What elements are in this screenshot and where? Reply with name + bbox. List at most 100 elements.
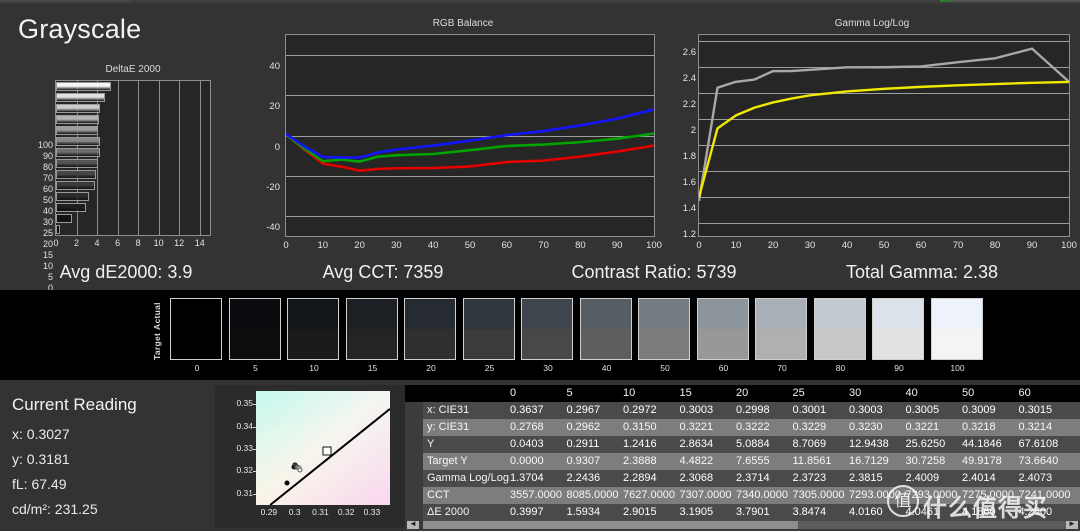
table-cell: 4.0461 [905, 506, 940, 518]
table-cell: 12.9438 [849, 438, 889, 450]
patch-level-label: 80 [835, 363, 846, 373]
table-cell: 2.2894 [623, 472, 657, 484]
patch-actual-swatch [346, 299, 397, 329]
delta-e-bar [56, 148, 100, 157]
table-cell: 0.0000 [510, 455, 544, 467]
table-cell: 7305.0000 [792, 489, 845, 501]
gamma-loglog-chart-title: Gamma Log/Log [834, 18, 910, 29]
patch-target-swatch [229, 329, 280, 359]
table-cell: 4.2500 [1018, 506, 1053, 518]
table-row[interactable]: x: CIE31 0.3637 0.2967 0.2972 0.3003 0.2998 0.… [405, 402, 1080, 419]
patch-actual-swatch [522, 299, 572, 329]
rgb-x-tick: 30 [391, 240, 402, 251]
bottom-panel: Current Reading x: 0.3027 y: 0.3181 fL: … [0, 380, 1080, 531]
table-row[interactable]: CCT 3557.0000 8085.0000 7627.0000 7307.0000 7… [405, 487, 1080, 504]
table-header-row: 0 5 10 15 20 25 30 40 50 60 [405, 385, 1080, 402]
delta-e-x-tick: 4 [94, 238, 100, 248]
patch-level-label: 25 [484, 363, 495, 373]
table-column-header: 30 [849, 387, 862, 399]
table-cell: 5.0884 [736, 438, 770, 450]
table-row-label: CCT [427, 489, 450, 501]
rgb-x-tick: 80 [575, 240, 586, 251]
delta-e-bar-row [56, 115, 210, 124]
page-title: Grayscale [18, 14, 142, 44]
cie-y-tick: 0.34 [236, 420, 253, 431]
table-cell: 2.4073 [1018, 472, 1053, 484]
gamma-y-tick: 2.4 [682, 73, 696, 85]
table-cell: 0.2768 [510, 421, 544, 433]
series-lines [286, 108, 654, 172]
table-cell: 3.8474 [792, 506, 827, 518]
table-cell: 8.7069 [792, 438, 827, 450]
delta-e-bar [56, 104, 100, 113]
patch-actual-swatch [873, 299, 923, 329]
delta-e-bar-row [56, 82, 210, 91]
measurements-table[interactable]: 0 5 10 15 20 25 30 40 50 60 ◄ ► x: CIE31 0.3637 0.2… [405, 385, 1080, 531]
delta-e-bar [56, 126, 99, 135]
reading-cdm2: cd/m²: 231.25 [12, 501, 98, 517]
patch-actual-swatch [814, 299, 865, 329]
delta-e-bar [56, 82, 111, 91]
cie-plot-area [256, 391, 390, 505]
cie-x-tick: 0.3 [288, 507, 301, 517]
table-cell: 0.2911 [566, 438, 600, 450]
series-target [699, 80, 1069, 198]
table-cell: 0.3997 [510, 506, 544, 518]
gamma-x-tick: 10 [730, 240, 742, 251]
patch-actual-swatch [229, 299, 280, 329]
delta-e-bar-row [56, 170, 210, 179]
delta-e-bar-row [56, 93, 210, 102]
table-row[interactable]: Gamma Log/Log 1.3704 2.2436 2.2894 2.3068 2.3… [405, 470, 1080, 487]
table-cell: 0.3230 [849, 421, 883, 433]
table-cell: 0.3229 [792, 421, 827, 433]
delta-e-plot-area [55, 80, 211, 236]
table-cell: 7627.0000 [623, 489, 675, 501]
patch-target-swatch [639, 329, 689, 359]
delta-e-bar-row [56, 126, 210, 135]
table-cell: 2.4014 [962, 472, 996, 484]
rgb-y-tick: 20 [269, 101, 280, 113]
delta-e-chart: DeltaE 2000 100 90 80 70 60 50 40 30 25 20 15 10 5 0 0… [18, 64, 248, 293]
patch-target-swatch [405, 329, 455, 359]
table-row[interactable]: Y 0.0403 0.2911 1.2416 2.8634 5.0884 8.7069 12.… [405, 436, 1080, 453]
delta-e-x-tick: 0 [53, 238, 59, 248]
gamma-y-tick: 2.2 [682, 99, 696, 111]
gamma-x-tick: 90 [1026, 240, 1038, 251]
delta-e-y-tick: 80 [42, 161, 53, 172]
patch-target-label: Target [152, 332, 162, 360]
summary-metric: Total Gamma: 2.38 [845, 262, 999, 282]
patch-actual-swatch [405, 299, 455, 329]
gamma-x-tick: 20 [767, 240, 779, 251]
gamma-x-tick: 30 [804, 240, 816, 251]
patch-level-label: 50 [660, 363, 670, 373]
delta-e-bar-row [56, 159, 210, 168]
delta-e-y-tick: 40 [42, 205, 53, 216]
current-reading-panel: Current Reading x: 0.3027 y: 0.3181 fL: … [0, 380, 213, 531]
cie-y-tick: 0.33 [236, 443, 253, 454]
cie-measured-point [297, 467, 303, 473]
grayscale-patch [170, 298, 222, 360]
table-row[interactable]: ΔE 2000 0.3997 1.5934 2.9015 3.1905 3.7901 3.8… [405, 504, 1080, 521]
table-cell: 7275.0000 [962, 489, 1014, 501]
gamma-loglog-chart: Gamma Log/Log 2.6 2.4 2.2 2 1.8 1.6 1.4 1.2 0 10 2… [672, 18, 1077, 258]
table-row-gutter [405, 453, 423, 470]
patch-level-label: 5 [253, 363, 258, 373]
table-cell: 11.8561 [792, 455, 832, 467]
patch-actual-swatch [580, 299, 631, 329]
patch-target-swatch [288, 329, 338, 359]
table-cell: 0.2998 [736, 404, 770, 416]
patch-actual-swatch [171, 299, 221, 329]
top-strip-segment [130, 0, 940, 2]
table-row[interactable]: Target Y 0.0000 0.9307 2.3888 4.4822 7.6555 11… [405, 453, 1080, 470]
table-cell: 2.3068 [679, 472, 714, 484]
table-cell: 3.1905 [679, 506, 714, 518]
cie-target-marker [322, 446, 332, 456]
table-cell: 73.6640 [1018, 455, 1059, 467]
delta-e-bar-row [56, 137, 210, 146]
delta-e-bar-row [56, 104, 210, 113]
table-cell: 1.5934 [566, 506, 601, 518]
table-row[interactable]: y: CIE31 0.2768 0.2962 0.3150 0.3221 0.3222 0.… [405, 419, 1080, 436]
delta-e-bar [56, 93, 105, 102]
delta-e-bar-row [56, 181, 210, 190]
grayscale-patch [872, 298, 924, 360]
